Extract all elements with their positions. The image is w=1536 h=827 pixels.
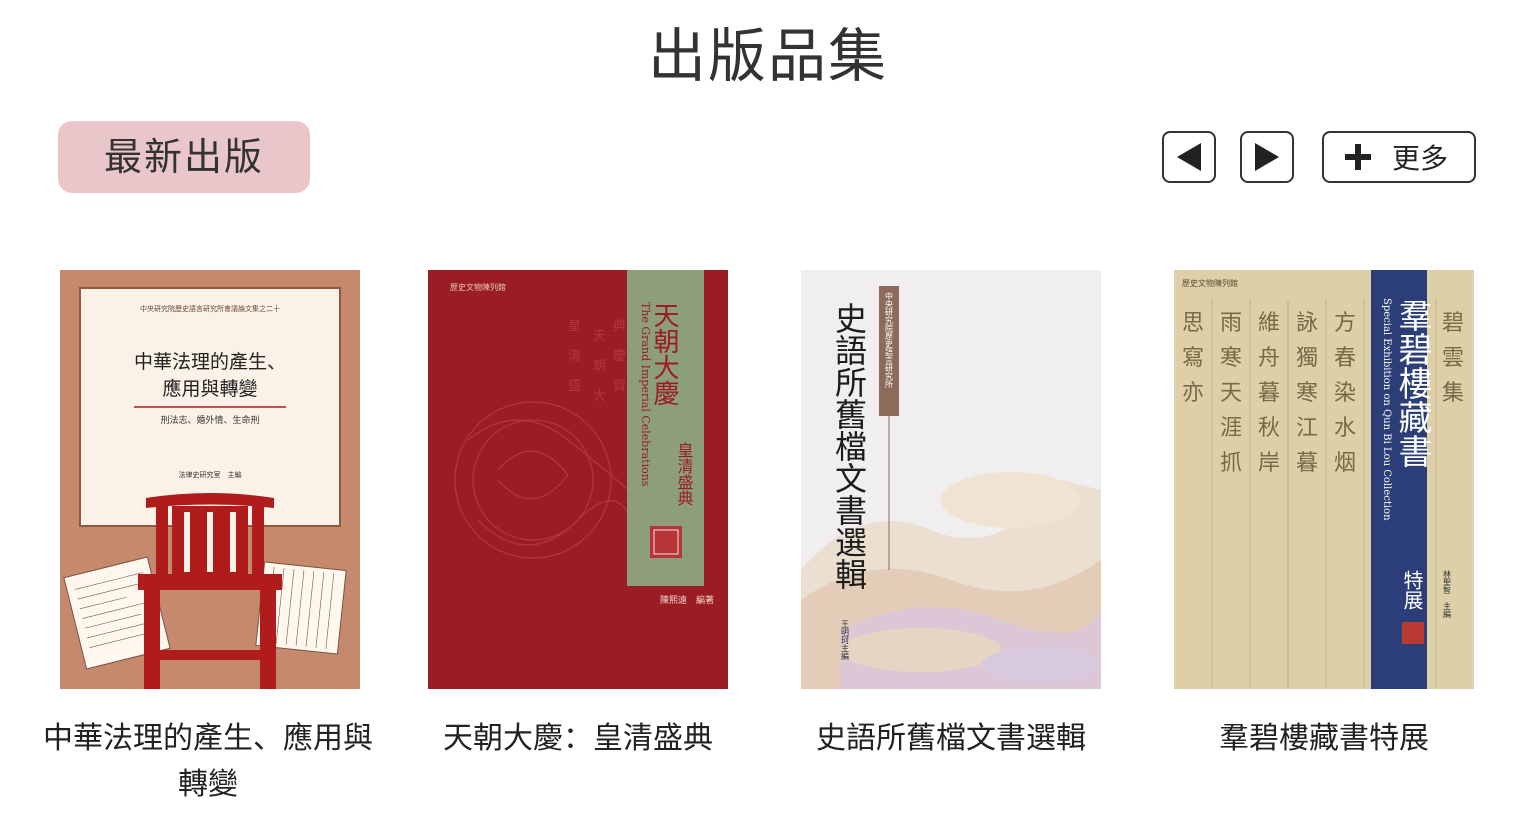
svg-text:賀: 賀: [613, 379, 626, 394]
cover3-institute: 中央研究院歷史語言研究所: [885, 291, 894, 389]
more-button[interactable]: 更多: [1322, 131, 1476, 183]
cover2-author: 陳熙遠 編著: [660, 594, 714, 606]
cover3-editor: 王明珂主編: [841, 620, 850, 661]
svg-text:染: 染: [1334, 381, 1356, 406]
svg-text:江: 江: [1296, 416, 1318, 441]
svg-text:舟: 舟: [1258, 346, 1280, 371]
book-title-4[interactable]: 羣碧樓藏書特展: [1154, 716, 1494, 762]
triangle-left-icon: [1177, 143, 1201, 171]
background-calligraphy: 皇清盛 天朝大 典慶賀: [568, 319, 626, 404]
page-title: 出版品集: [647, 22, 888, 90]
svg-text:大: 大: [593, 389, 606, 404]
book-card-3[interactable]: 中央研究院歷史語言研究所 史語所舊檔文書選輯 王明珂主編: [801, 270, 1101, 689]
svg-text:詠: 詠: [1296, 311, 1318, 336]
cover4-title-cn: 羣碧樓藏書: [1392, 298, 1432, 468]
svg-text:暮: 暮: [1296, 451, 1318, 476]
svg-text:天: 天: [1220, 381, 1242, 406]
cover1-series: 中央研究院歷史語言研究所會議論文集之二十: [140, 304, 280, 313]
svg-text:碧: 碧: [1442, 311, 1464, 336]
book-card-1[interactable]: 中央研究院歷史語言研究所會議論文集之二十 中華法理的產生、 應用與轉變 刑法志、…: [60, 270, 360, 689]
cover2-subtitle: 皇清盛典: [675, 442, 694, 506]
svg-text:盛: 盛: [568, 379, 581, 394]
svg-text:寒: 寒: [1220, 346, 1242, 371]
svg-text:朝: 朝: [593, 359, 606, 374]
svg-text:烟: 烟: [1334, 451, 1356, 476]
svg-text:雨: 雨: [1220, 311, 1242, 336]
book-title-1[interactable]: 中華法理的產生、應用與轉變: [38, 716, 378, 808]
svg-text:寒: 寒: [1296, 381, 1318, 406]
svg-text:天: 天: [593, 329, 606, 344]
svg-text:方: 方: [1334, 311, 1356, 336]
cover2-title-en: The Grand Imperial Celebrations: [639, 302, 652, 487]
svg-text:春: 春: [1334, 346, 1356, 371]
svg-text:典: 典: [613, 319, 626, 334]
cover4-subtitle: 特展: [1400, 570, 1424, 610]
cover1-editor: 法律史研究室 主編: [179, 470, 242, 479]
cover2-title-cn: 天朝大慶: [649, 302, 679, 406]
prev-button[interactable]: [1162, 131, 1216, 183]
cover1-subtitle: 刑法志、婚外情、生命刑: [160, 414, 259, 426]
svg-text:秋: 秋: [1258, 416, 1280, 441]
book-cover-1[interactable]: 中央研究院歷史語言研究所會議論文集之二十 中華法理的產生、 應用與轉變 刑法志、…: [60, 270, 360, 689]
more-label: 更多: [1392, 142, 1449, 175]
svg-text:清: 清: [568, 349, 581, 364]
cover4-title-en: Special Exhibition on Qun Bi Lou Collect…: [1381, 298, 1392, 521]
svg-text:獨: 獨: [1296, 346, 1318, 371]
next-button[interactable]: [1240, 131, 1294, 183]
seal-stamp: [650, 526, 682, 558]
svg-text:維: 維: [1258, 311, 1280, 336]
cover4-editor: 林聖智 主編: [1443, 569, 1452, 619]
book-title-2[interactable]: 天朝大慶：皇清盛典: [408, 716, 748, 762]
svg-text:慶: 慶: [613, 349, 626, 364]
svg-text:水: 水: [1334, 416, 1356, 441]
book-cover-3[interactable]: 中央研究院歷史語言研究所 史語所舊檔文書選輯 王明珂主編: [801, 270, 1101, 689]
cover1-title-line2: 應用與轉變: [162, 377, 257, 400]
svg-text:皇: 皇: [568, 319, 581, 334]
cover3-title: 史語所舊檔文書選輯: [830, 302, 868, 590]
book-card-4[interactable]: 思寫亦 雨寒天涯抓 維舟暮秋岸 詠獨寒江暮 方春染水烟 碧雲集 歷史文物陳列館 …: [1174, 270, 1474, 689]
latest-publications-tab[interactable]: 最新出版: [58, 121, 310, 193]
svg-text:寫: 寫: [1182, 346, 1204, 371]
book-cover-2[interactable]: 皇清盛 天朝大 典慶賀 歷史文物陳列館 天朝大慶 The Grand Imper…: [428, 270, 728, 689]
svg-text:雲: 雲: [1442, 346, 1464, 371]
triangle-right-icon: [1255, 143, 1279, 171]
book-card-2[interactable]: 皇清盛 天朝大 典慶賀 歷史文物陳列館 天朝大慶 The Grand Imper…: [428, 270, 728, 689]
svg-text:涯: 涯: [1220, 416, 1242, 441]
cover4-publisher: 歷史文物陳列館: [1182, 278, 1238, 288]
svg-text:暮: 暮: [1258, 381, 1280, 406]
seal-stamp: [1402, 622, 1424, 644]
cover2-publisher: 歷史文物陳列館: [450, 282, 506, 292]
svg-text:亦: 亦: [1182, 381, 1204, 406]
cover1-title-line1: 中華法理的產生、: [134, 351, 286, 373]
svg-text:集: 集: [1442, 381, 1464, 406]
book-title-3[interactable]: 史語所舊檔文書選輯: [781, 716, 1121, 762]
plus-icon: [1345, 144, 1371, 170]
svg-text:思: 思: [1182, 311, 1204, 336]
svg-text:岸: 岸: [1258, 451, 1280, 476]
svg-text:抓: 抓: [1220, 451, 1242, 476]
book-cover-4[interactable]: 思寫亦 雨寒天涯抓 維舟暮秋岸 詠獨寒江暮 方春染水烟 碧雲集 歷史文物陳列館 …: [1174, 270, 1474, 689]
